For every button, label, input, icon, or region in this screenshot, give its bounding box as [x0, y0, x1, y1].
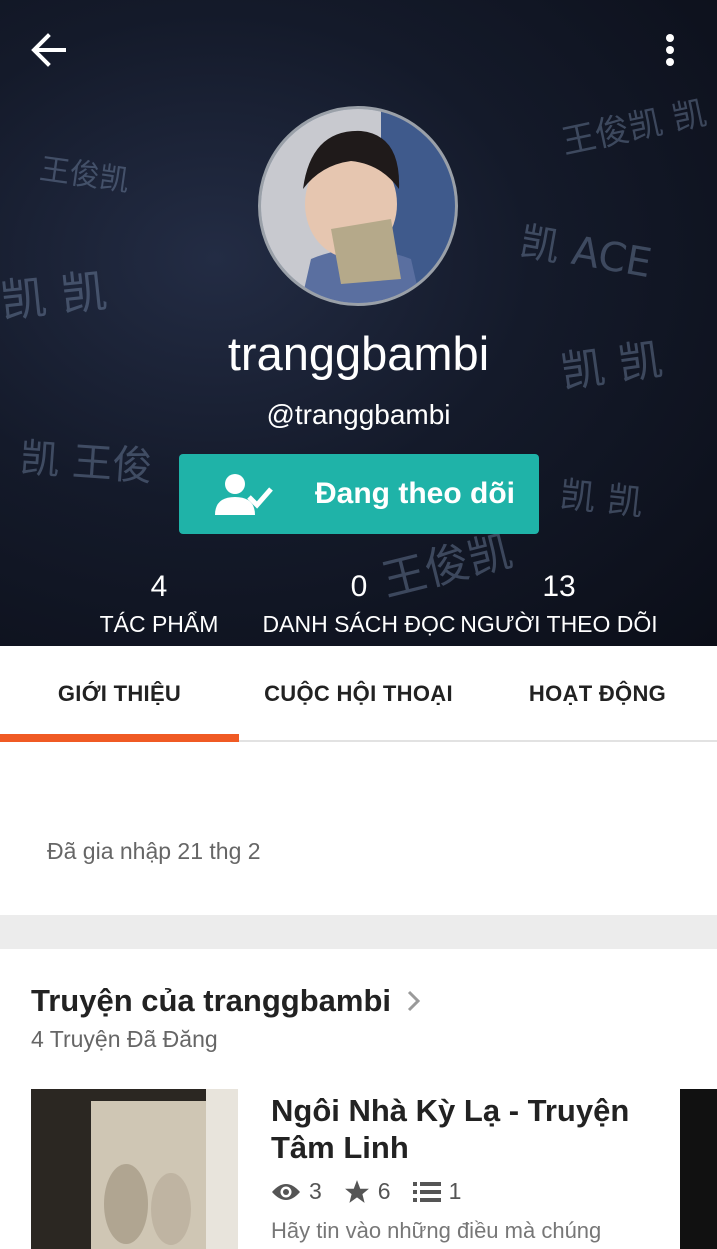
more-vertical-icon [666, 34, 674, 66]
background-decoration: 凯 凯 [557, 474, 646, 525]
tab-conversations[interactable]: CUỘC HỘI THOẠI [239, 646, 478, 742]
story-parts: 1 [412, 1178, 462, 1205]
background-decoration: 凯 王俊 [18, 435, 154, 491]
profile-header: 王俊凯 凯 王俊凯 凯 凯 凯 ACE 凯 凯 凯 王俊 王俊凯 凯 凯 tra… [0, 0, 717, 646]
list-icon [412, 1181, 441, 1202]
stat-works[interactable]: 4 TÁC PHẨM [44, 570, 274, 638]
stat-reading-lists-count: 0 [350, 570, 368, 603]
story-description: Hãy tin vào những điều mà chúng [271, 1218, 602, 1243]
stat-works-count: 4 [150, 570, 168, 603]
story-title[interactable]: Ngôi Nhà Kỳ Lạ - Truyện Tâm Linh [271, 1092, 671, 1166]
following-button-label: Đang theo dõi [315, 477, 515, 510]
tab-about[interactable]: GIỚI THIỆU [0, 646, 239, 742]
following-button[interactable]: Đang theo dõi [179, 454, 539, 534]
story-views: 3 [271, 1178, 322, 1205]
stat-reading-lists-label: DANH SÁCH ĐỌC [262, 611, 456, 637]
background-decoration: 凯 凯 [0, 263, 110, 329]
stat-works-label: TÁC PHẨM [99, 611, 219, 637]
stat-followers-label: NGƯỜI THEO DÕI [460, 611, 658, 637]
story-parts-count: 1 [448, 1178, 462, 1204]
background-decoration: 王俊凯 [37, 151, 132, 200]
tab-activity[interactable]: HOẠT ĐỘNG [478, 646, 717, 742]
more-options-button[interactable] [652, 30, 688, 74]
story-views-count: 3 [309, 1178, 322, 1204]
story-votes-count: 6 [377, 1178, 391, 1204]
stat-reading-lists[interactable]: 0 DANH SÁCH ĐỌC [244, 570, 474, 638]
profile-tabs: GIỚI THIỆU CUỘC HỘI THOẠI HOẠT ĐỘNG [0, 646, 717, 742]
star-icon [344, 1179, 369, 1203]
user-check-icon [215, 474, 273, 515]
avatar[interactable] [258, 106, 458, 306]
back-button[interactable] [28, 30, 78, 74]
active-tab-indicator [0, 734, 239, 742]
stories-count: 4 Truyện Đã Đăng [31, 1026, 218, 1052]
section-divider [0, 915, 717, 949]
joined-date: Đã gia nhập 21 thg 2 [47, 838, 261, 864]
arrow-left-icon [31, 33, 66, 67]
stories-section-header[interactable]: Truyện của tranggbambi [31, 983, 425, 1019]
chevron-right-icon [407, 990, 421, 1012]
profile-username: tranggbambi [227, 327, 490, 380]
background-decoration: 王俊凯 凯 [558, 93, 711, 163]
story-votes: 6 [344, 1178, 391, 1205]
profile-handle: @tranggbambi [266, 399, 451, 430]
stat-followers[interactable]: 13 NGƯỜI THEO DÕI [444, 570, 674, 638]
stat-followers-count: 13 [542, 570, 576, 603]
avatar-image [261, 109, 455, 303]
story-meta: 3 6 1 [271, 1178, 483, 1205]
stories-section-title: Truyện của tranggbambi [31, 983, 392, 1018]
eye-icon [272, 1183, 300, 1200]
story-cover[interactable] [31, 1089, 238, 1249]
background-decoration: 凯 ACE [516, 218, 655, 288]
story-cover-image [31, 1089, 238, 1249]
